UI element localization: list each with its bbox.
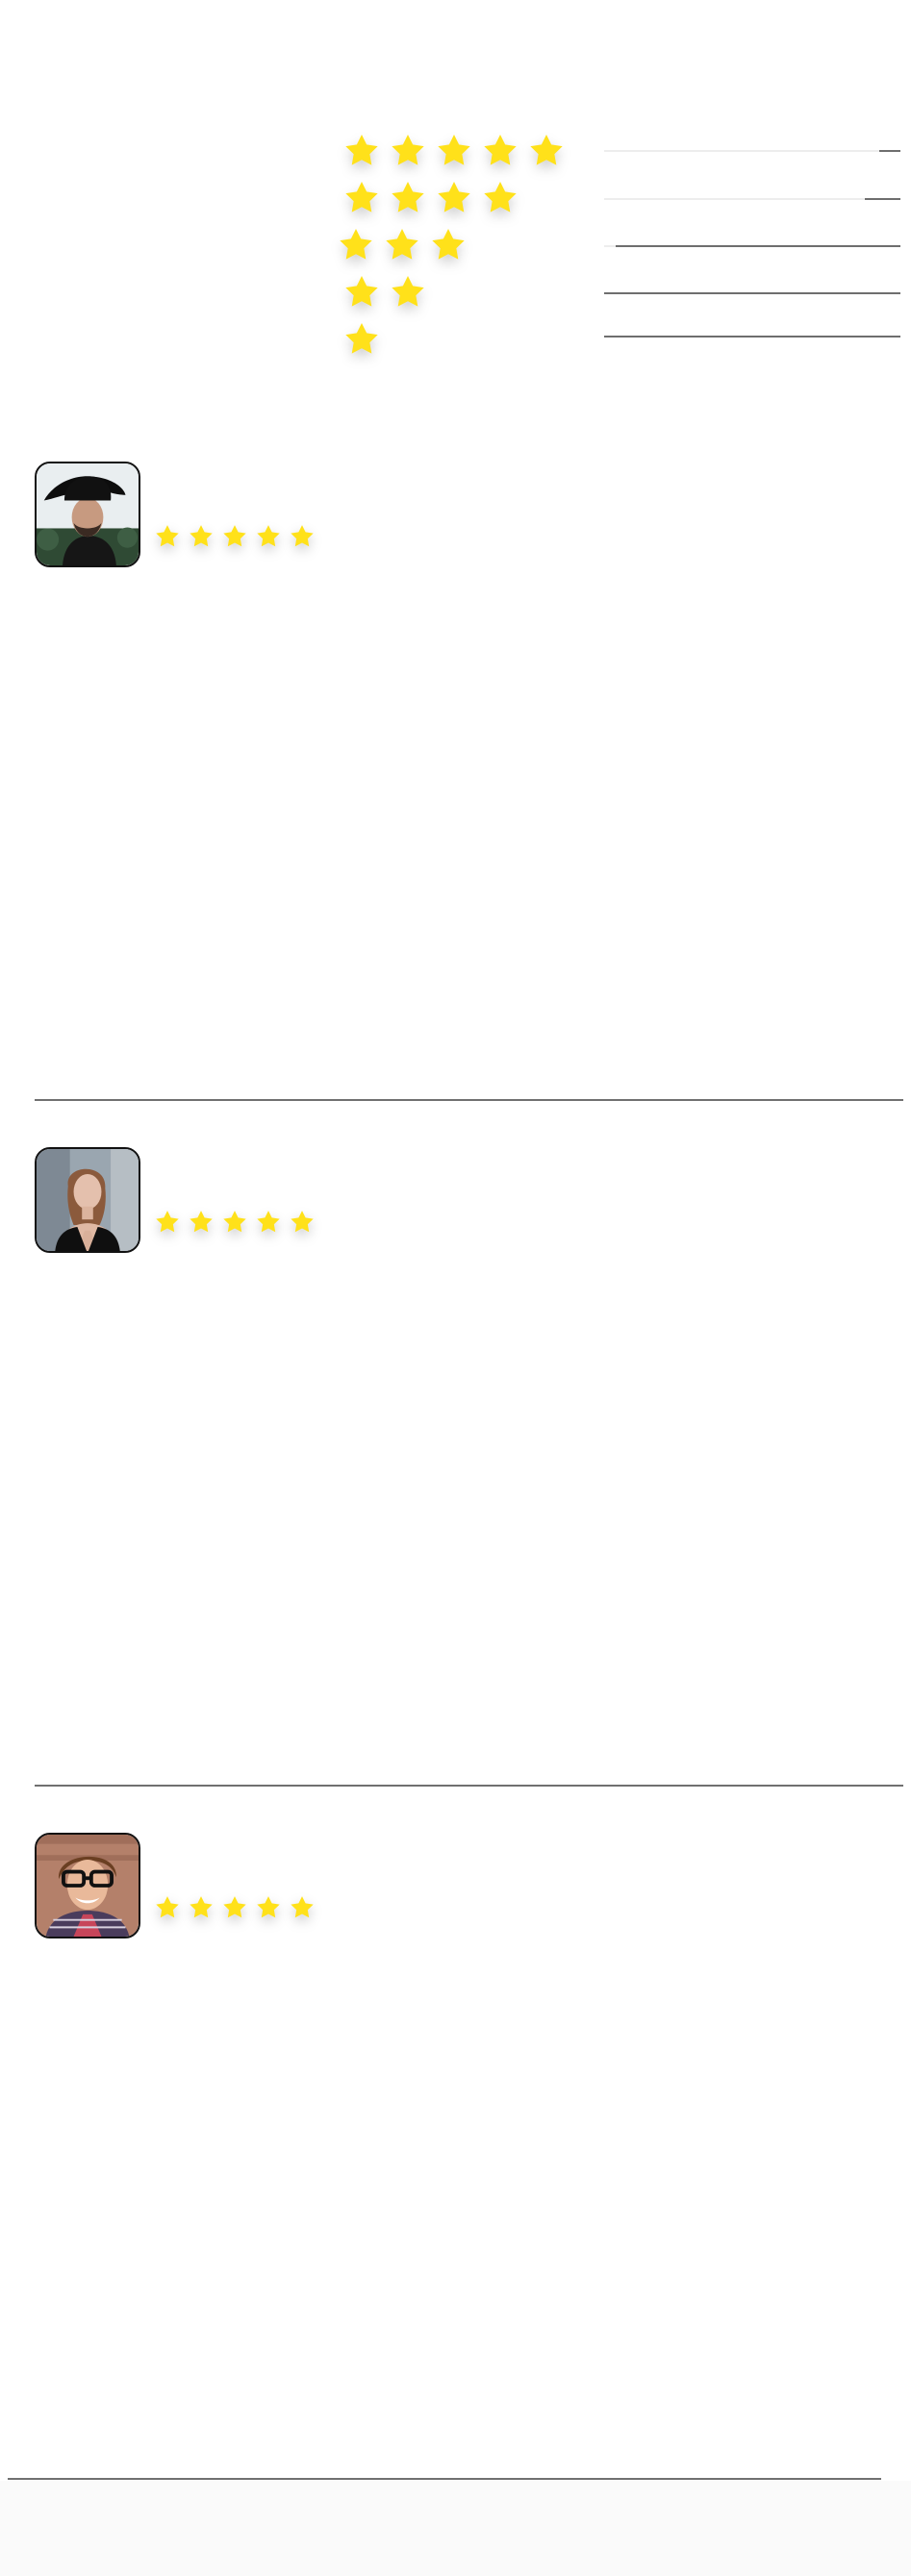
star-icon: [383, 226, 421, 264]
review-rating: [154, 523, 322, 550]
rating-bar-2-stars: [604, 292, 900, 294]
star-icon: [221, 1894, 248, 1921]
star-icon: [255, 523, 282, 550]
rating-row-3-stars[interactable]: [337, 224, 475, 266]
star-icon: [221, 1209, 248, 1236]
avatar[interactable]: [35, 1833, 140, 1938]
star-icon: [389, 132, 427, 170]
star-icon: [188, 1209, 215, 1236]
avatar[interactable]: [35, 462, 140, 567]
star-icon: [429, 226, 468, 264]
star-icon: [255, 1894, 282, 1921]
woman-with-black-top-avatar: [37, 1149, 139, 1251]
star-icon: [342, 179, 381, 217]
rating-row-4-stars[interactable]: [342, 177, 527, 219]
rating-bar-fill: [604, 292, 900, 294]
star-icon: [154, 1209, 181, 1236]
star-icon: [527, 132, 566, 170]
star-icon: [221, 523, 248, 550]
star-icon: [342, 273, 381, 312]
rating-bar-fill: [604, 336, 900, 338]
rating-row-1-star[interactable]: [342, 318, 389, 361]
review-rating: [154, 1209, 322, 1236]
review-rating: [154, 1894, 322, 1921]
review-divider: [35, 1099, 903, 1101]
star-icon: [481, 179, 519, 217]
star-icon: [342, 132, 381, 170]
star-icon: [255, 1209, 282, 1236]
star-icon: [289, 1209, 316, 1236]
rating-summary: [0, 0, 911, 385]
rating-bar-5-stars: [604, 150, 900, 152]
review-divider: [8, 2478, 881, 2480]
star-icon: [337, 226, 375, 264]
star-icon: [389, 273, 427, 312]
man-with-black-hat-avatar: [37, 463, 139, 565]
star-icon: [342, 320, 381, 359]
star-icon: [435, 132, 473, 170]
rating-bar-3-stars: [604, 245, 900, 247]
rating-bar-fill: [616, 245, 900, 247]
star-icon: [289, 523, 316, 550]
rating-bar-4-stars: [604, 198, 900, 200]
rating-row-2-stars[interactable]: [342, 271, 435, 313]
star-icon: [435, 179, 473, 217]
rating-row-5-stars[interactable]: [342, 130, 573, 172]
review-divider: [35, 1785, 903, 1787]
star-icon: [289, 1894, 316, 1921]
reviews-page: [0, 0, 911, 2576]
star-icon: [188, 1894, 215, 1921]
rating-bar-fill: [879, 150, 900, 152]
avatar[interactable]: [35, 1147, 140, 1253]
rating-bar-1-star: [604, 336, 900, 338]
rating-bar-fill: [865, 198, 900, 200]
man-with-glasses-avatar: [37, 1835, 139, 1937]
star-icon: [154, 1894, 181, 1921]
star-icon: [154, 523, 181, 550]
star-icon: [389, 179, 427, 217]
star-icon: [188, 523, 215, 550]
star-icon: [481, 132, 519, 170]
page-footer: [0, 2481, 911, 2576]
